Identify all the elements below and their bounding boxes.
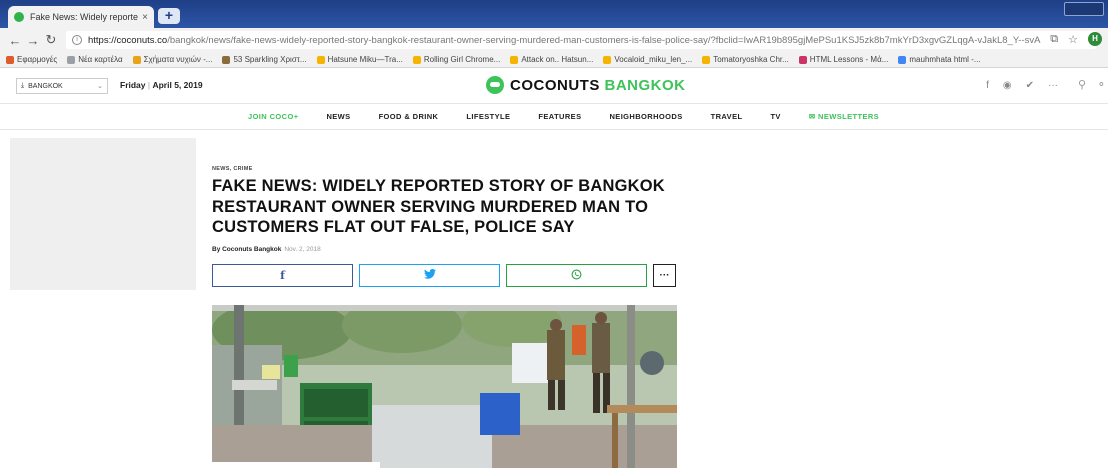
location-pin-icon: ⤓: [21, 82, 25, 89]
logo-city: BANGKOK: [604, 76, 686, 94]
bookmark-item[interactable]: Rolling Girl Chrome...: [412, 55, 501, 64]
bookmark-item[interactable]: 53 Sparkling Χριστ...: [222, 55, 307, 64]
image-caption-strip: [196, 462, 380, 468]
bookmarks-bar: Εφαρμογές Νέα καρτέλα Σχήματα νυχιών -... 5…: [0, 52, 1108, 68]
city-selector[interactable]: ⤓ BANGKOK ⌄: [16, 78, 108, 94]
chevron-down-icon: ⌄: [97, 83, 103, 90]
more-social-icon[interactable]: ···: [1048, 80, 1058, 91]
date-day: Friday: [120, 80, 146, 90]
nav-item-food-drink[interactable]: FOOD & DRINK: [379, 112, 439, 121]
article-hero-image: [212, 305, 677, 468]
bookmark-favicon-icon: [67, 55, 76, 64]
bookmark-item[interactable]: Hatsune Miku—Tra...: [316, 55, 403, 64]
article-byline: By Coconuts Bangkok Nov. 2, 2018: [212, 246, 321, 253]
bookmark-item[interactable]: Tomatoryoshka Chr...: [702, 55, 789, 64]
city-selector-label: BANGKOK: [28, 82, 63, 90]
share-twitter-button[interactable]: [359, 264, 500, 287]
share-whatsapp-button[interactable]: [506, 264, 647, 287]
address-bar[interactable]: i https://coconuts.co/bangkok/news/fake-…: [66, 31, 1096, 49]
bookmark-label: mauhmhata html -...: [909, 55, 981, 64]
back-icon[interactable]: ←: [6, 33, 24, 48]
date-full: April 5, 2019: [152, 80, 203, 90]
bookmark-favicon-icon: [702, 55, 711, 64]
window-controls[interactable]: [1064, 2, 1104, 16]
site-favicon-icon: [14, 12, 24, 22]
bookmark-favicon-icon: [132, 55, 141, 64]
bookmark-label: Εφαρμογές: [17, 55, 58, 64]
reload-icon[interactable]: ↻: [42, 32, 60, 48]
bookmark-item[interactable]: HTML Lessons - Μά...: [798, 55, 889, 64]
header-date: Friday | April 5, 2019: [120, 80, 203, 90]
user-icon[interactable]: ⚬: [1097, 78, 1106, 91]
coconut-logo-icon: [486, 76, 504, 94]
forward-icon[interactable]: →: [24, 33, 42, 48]
bookmark-favicon-icon: [798, 55, 807, 64]
nav-item-features[interactable]: FEATURES: [538, 112, 581, 121]
bookmark-favicon-icon: [510, 55, 519, 64]
facebook-icon[interactable]: f: [986, 80, 989, 91]
bookmark-label: Hatsune Miku—Tra...: [327, 55, 403, 64]
share-more-button[interactable]: ···: [653, 264, 676, 287]
byline-author[interactable]: By Coconuts Bangkok: [212, 246, 281, 253]
whatsapp-icon: [571, 269, 582, 283]
bookmark-item[interactable]: Attack on.. Hatsun...: [510, 55, 593, 64]
instagram-icon[interactable]: ◉: [1003, 80, 1012, 91]
bookmark-favicon-icon: [412, 55, 421, 64]
bookmark-item[interactable]: Νέα καρτέλα: [67, 55, 123, 64]
main-nav: JOIN COCO+ NEWS FOOD & DRINK LIFESTYLE F…: [0, 104, 1108, 130]
bookmark-label: Σχήματα νυχιών -...: [143, 55, 213, 64]
bookmark-favicon-icon: [898, 55, 907, 64]
sidebar-area: [702, 138, 866, 290]
article-headline: FAKE NEWS: WIDELY REPORTED STORY OF BANG…: [212, 177, 665, 236]
nav-item-tv[interactable]: TV: [770, 112, 780, 121]
tab-title: Fake News: Widely reported stor: [30, 12, 139, 22]
bookmark-label: Rolling Girl Chrome...: [423, 55, 501, 64]
bookmark-label: HTML Lessons - Μά...: [809, 55, 889, 64]
twitter-icon: [423, 268, 436, 282]
nav-newsletters[interactable]: ✉ NEWSLETTERS: [809, 112, 879, 121]
twitter-icon[interactable]: ✔: [1026, 80, 1034, 91]
bookmark-favicon-icon: [222, 55, 231, 64]
nav-item-travel[interactable]: TRAVEL: [711, 112, 743, 121]
bookmark-star-icon[interactable]: ☆: [1068, 33, 1078, 46]
new-tab-button[interactable]: +: [158, 8, 180, 24]
article-category[interactable]: NEWS, CRIME: [212, 166, 253, 172]
nav-item-neighborhoods[interactable]: NEIGHBORHOODS: [609, 112, 682, 121]
logo-brand: COCONUTS: [510, 76, 600, 94]
facebook-icon: f: [280, 269, 285, 282]
bookmark-label: Attack on.. Hatsun...: [521, 55, 594, 64]
translate-icon[interactable]: ⧉: [1050, 33, 1058, 46]
bookmark-item[interactable]: Σχήματα νυχιών -...: [132, 55, 213, 64]
byline-date: Nov. 2, 2018: [284, 246, 321, 253]
url-path: /bangkok/news/fake-news-widely-reported-…: [167, 34, 1041, 46]
bookmark-favicon-icon: [316, 55, 325, 64]
nav-item-news[interactable]: NEWS: [326, 112, 350, 121]
url-host: https://coconuts.co: [88, 34, 168, 46]
bookmark-item[interactable]: Εφαρμογές: [6, 55, 57, 64]
site-header: ⤓ BANGKOK ⌄ Friday | April 5, 2019 COCON…: [0, 68, 1108, 104]
tab-close-icon[interactable]: ×: [142, 12, 148, 23]
apps-grid-icon: [6, 55, 14, 64]
browser-tab-active[interactable]: Fake News: Widely reported stor ×: [8, 6, 154, 28]
bookmark-label: Tomatoryoshka Chr...: [713, 55, 789, 64]
social-links: f ◉ ✔ ···: [986, 80, 1058, 91]
nav-item-lifestyle[interactable]: LIFESTYLE: [466, 112, 510, 121]
info-icon[interactable]: i: [72, 35, 82, 45]
site-logo[interactable]: COCONUTS BANGKOK: [486, 76, 686, 94]
browser-tabstrip: Fake News: Widely reported stor × +: [0, 0, 1108, 28]
nav-join-coco[interactable]: JOIN COCO+: [248, 112, 298, 121]
profile-avatar[interactable]: H: [1088, 32, 1102, 46]
browser-toolbar: ← → ↻ i https://coconuts.co/bangkok/news…: [0, 28, 1108, 52]
bookmark-label: Vocaloid_miku_len_...: [614, 55, 693, 64]
bookmark-item[interactable]: mauhmhata html -...: [898, 55, 981, 64]
share-facebook-button[interactable]: f: [212, 264, 353, 287]
bookmark-label: Νέα καρτέλα: [78, 55, 123, 64]
search-icon[interactable]: ⚲: [1078, 78, 1086, 91]
bookmark-item[interactable]: Vocaloid_miku_len_...: [603, 55, 692, 64]
bookmark-favicon-icon: [603, 55, 612, 64]
bookmark-label: 53 Sparkling Χριστ...: [233, 55, 307, 64]
